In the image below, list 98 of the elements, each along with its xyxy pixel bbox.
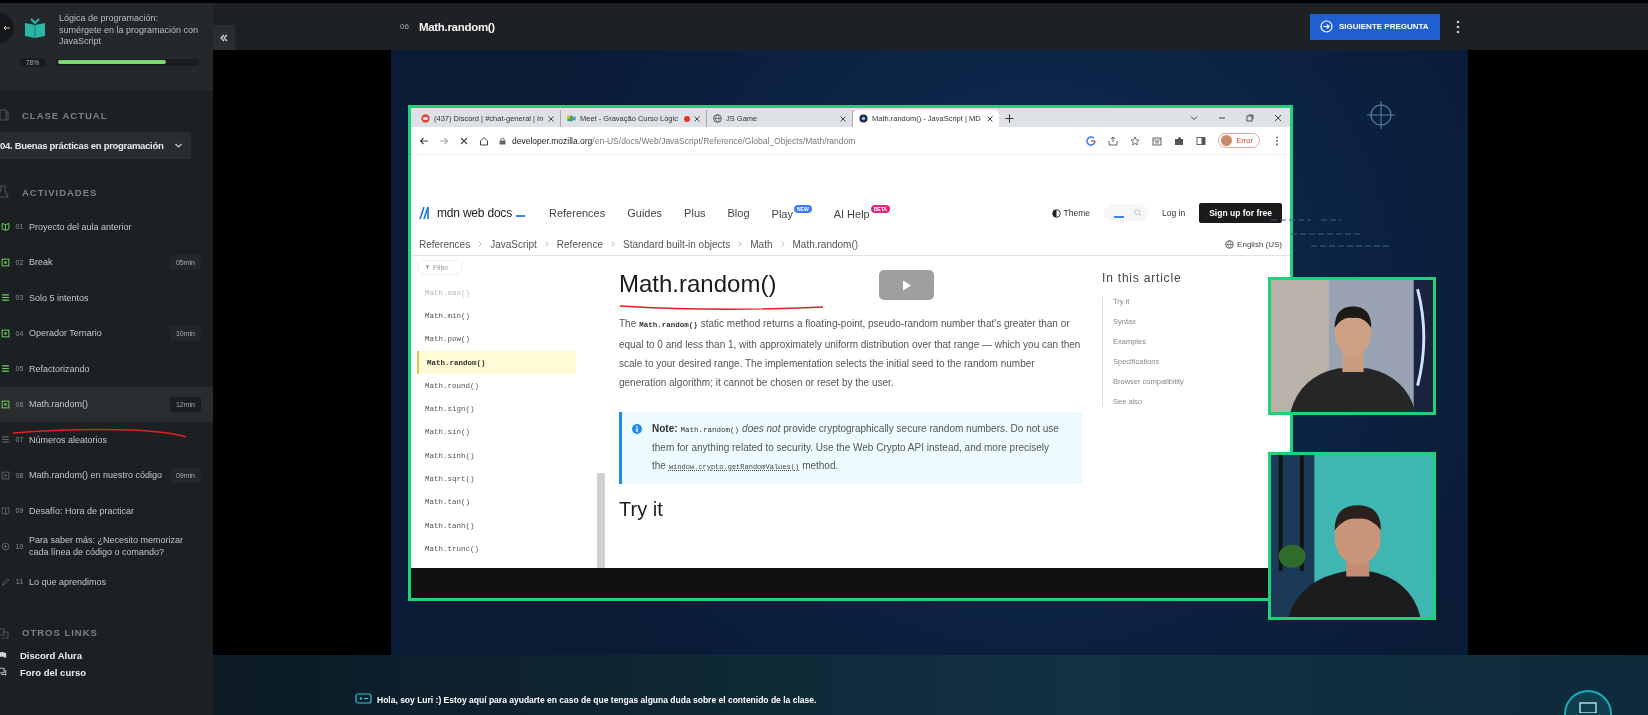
cursor-mark [516, 215, 525, 217]
section-heading: CLASE ACTUAL [22, 109, 108, 121]
breadcrumb-link[interactable]: Reference [556, 238, 603, 250]
close-icon[interactable] [1274, 114, 1282, 122]
contrast-icon [1051, 208, 1061, 218]
nav-link[interactable]: AI Help $^{BETA}$ [833, 206, 890, 220]
chevron-right-icon [544, 241, 549, 247]
chat-bubble-icon [0, 667, 7, 677]
breadcrumb-link[interactable]: References [419, 238, 471, 250]
activity-title: Break [29, 256, 54, 269]
flask-icon [0, 185, 10, 199]
avatar-icon [1221, 135, 1233, 146]
close-icon[interactable] [987, 115, 993, 122]
nav-link[interactable]: Blog [727, 207, 750, 219]
star-icon[interactable] [1130, 135, 1141, 146]
search-field[interactable] [1104, 204, 1148, 222]
activity-title: Proyecto del aula anterior [29, 220, 133, 233]
info-icon [632, 424, 642, 434]
message-icon [1579, 701, 1597, 713]
crosshair-icon [1366, 100, 1396, 130]
play-button[interactable] [879, 270, 934, 300]
section-heading: OTROS LINKS [22, 627, 98, 638]
nav-link[interactable]: Play $^{NEW}$ [771, 206, 812, 220]
funnel-icon [425, 265, 430, 270]
chevron-right-icon [738, 241, 743, 247]
page-title: Math.random() [619, 270, 777, 298]
nav-link[interactable]: Guides [627, 207, 663, 219]
assistant-message: Hola, soy Luri :) Estoy aquí para ayudarte en caso de que tengas alguna duda sobre el contenido de la clase. [377, 695, 818, 705]
nav-link[interactable]: References [549, 207, 606, 219]
class-dropdown[interactable]: 04. Buenas prácticas en programación [0, 132, 191, 159]
activity-title: Para saber más: ¿Necesito memorizar cada línea de código o comando? [29, 534, 185, 559]
breadcrumb-link[interactable]: Math.random() [792, 238, 859, 250]
activity-title: Solo 5 intentos [29, 291, 90, 304]
activity-title: Lo que aprendimos [29, 575, 108, 588]
scrollbar-thumb[interactable] [596, 473, 605, 568]
double-chevron-left-icon [219, 32, 229, 43]
activity-title: Operador Ternario [29, 327, 103, 340]
activity-title: Refactorizando [29, 362, 91, 375]
activity-title: Números aleatorios [29, 433, 109, 446]
lock-icon [499, 136, 506, 145]
chat-bot-icon [355, 693, 372, 705]
arrow-circle-icon [1320, 20, 1333, 33]
breadcrumb-link[interactable]: Math [750, 238, 773, 250]
link-icon [0, 625, 10, 640]
signup-button[interactable]: Sign up for free [1199, 203, 1282, 223]
lesson-number: 06 [400, 22, 409, 31]
gamepad-icon [0, 650, 7, 660]
activity-title: Desafío: Hora de practicar [29, 504, 136, 517]
stop-icon[interactable] [459, 135, 469, 146]
sidebar-link[interactable]: Foro del curso [20, 666, 86, 678]
plus-icon[interactable] [1005, 114, 1014, 123]
chat-button[interactable] [1564, 690, 1612, 715]
chevron-right-icon [478, 241, 483, 247]
close-icon[interactable] [694, 115, 700, 122]
close-icon[interactable] [840, 115, 846, 122]
home-icon[interactable] [479, 135, 489, 146]
section-heading: ACTIVIDADES [22, 186, 98, 198]
lesson-title: Math.random() [418, 20, 496, 33]
puzzle-icon[interactable] [1174, 135, 1185, 146]
globe-icon [1225, 239, 1235, 249]
language-button[interactable]: English (US) [1225, 239, 1282, 249]
breadcrumb-link[interactable]: JavaScript [490, 238, 537, 250]
globe-icon [713, 114, 722, 123]
restore-icon[interactable] [1246, 114, 1254, 122]
back-arrow-icon[interactable] [419, 135, 429, 146]
nav-link[interactable]: Plus [684, 207, 706, 219]
next-question-button[interactable]: SIGUIENTE PREGUNTA [1310, 13, 1440, 40]
chevron-down-icon [174, 141, 183, 150]
course-title: Lógica de programación: sumérgete en la programación con JavaScript [59, 13, 199, 48]
share-icon[interactable] [1108, 135, 1119, 146]
activity-title: Math.random() en nuestro código [29, 469, 164, 482]
more-icon[interactable] [1456, 19, 1460, 34]
book-icon [0, 108, 10, 122]
arrow-left-icon [3, 24, 11, 32]
theme-button[interactable]: Theme [1051, 208, 1090, 218]
eye-icon [859, 114, 868, 123]
play-icon [900, 278, 913, 292]
site-logo[interactable]: mdn web docs [437, 206, 512, 220]
google-icon[interactable] [1086, 135, 1097, 146]
book-logo-icon [23, 16, 47, 40]
chevron-right-icon [610, 241, 615, 247]
breadcrumb-link[interactable]: Standard built-in objects [622, 238, 731, 250]
close-icon[interactable] [548, 115, 554, 122]
camera-icon [567, 114, 576, 123]
activity-title: Math.random() [29, 398, 90, 411]
search-icon [1134, 209, 1142, 217]
toc-heading: In this article [1102, 271, 1183, 285]
chevron-right-icon [780, 241, 785, 247]
address-field[interactable]: developer.mozilla.org/en-US/docs/Web/JavaScript/Reference/Global_Objects/Math/random [499, 130, 1077, 151]
calendar-icon[interactable] [1152, 135, 1163, 146]
collapse-button[interactable] [213, 25, 235, 50]
chat-icon [421, 114, 430, 123]
video-player[interactable] [391, 50, 1468, 655]
side-panel-icon[interactable] [1196, 135, 1207, 146]
section-heading: Try it [619, 498, 664, 521]
login-link[interactable]: Log in [1162, 208, 1186, 218]
sidebar-link[interactable]: Discord Alura [20, 649, 82, 661]
class-dropdown-label: 04. Buenas prácticas en programación [0, 140, 164, 151]
